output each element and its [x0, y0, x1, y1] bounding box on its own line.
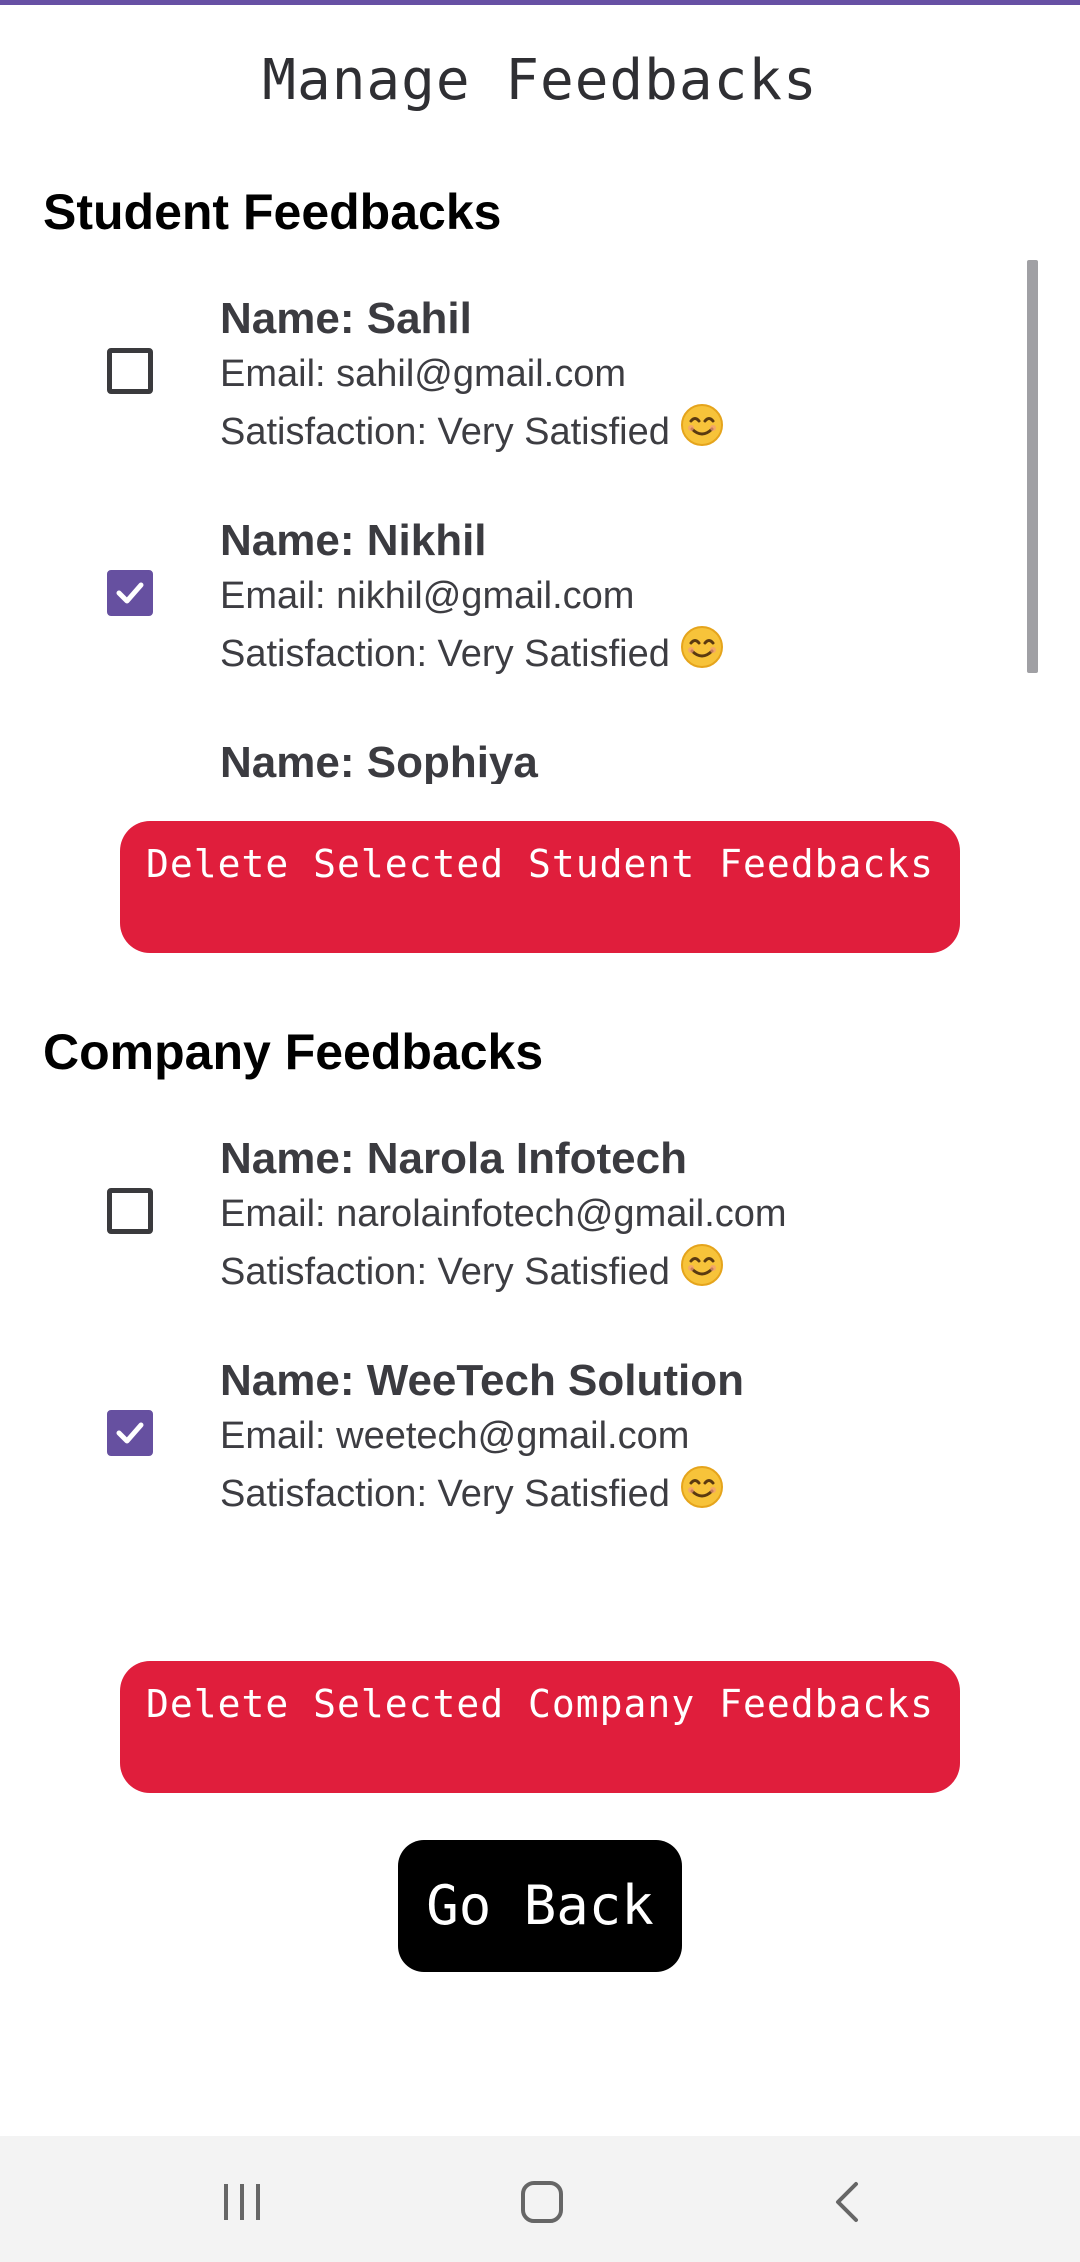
company-section-title: Company Feedbacks	[43, 1024, 544, 1080]
list-item: Name: Nikhil Email: nikhil@gmail.com Sat…	[0, 480, 1080, 680]
feedback-name: Name: Sahil	[220, 294, 472, 343]
feedback-name: Name: Sophiya	[220, 738, 538, 784]
feedback-checkbox[interactable]	[107, 570, 153, 616]
feedback-email: Email: nikhil@gmail.com	[220, 575, 635, 617]
system-navigation-bar	[0, 2136, 1080, 2262]
list-item: Name: Sahil Email: sahil@gmail.com Satis…	[0, 258, 1080, 458]
go-back-button[interactable]: Go Back	[398, 1840, 682, 1972]
feedback-satisfaction: Satisfaction: Very Satisfied	[220, 626, 724, 683]
student-feedback-list[interactable]: Name: Sahil Email: sahil@gmail.com Satis…	[0, 258, 1080, 784]
feedback-name: Name: WeeTech Solution	[220, 1356, 745, 1405]
feedback-checkbox[interactable]	[107, 1188, 153, 1234]
feedback-name: Name: Narola Infotech	[220, 1134, 687, 1183]
satisfaction-text: Satisfaction: Very Satisfied	[220, 1473, 670, 1516]
feedback-email: Email: sahil@gmail.com	[220, 353, 627, 395]
feedback-email: Email: weetech@gmail.com	[220, 1415, 690, 1457]
feedback-satisfaction: Satisfaction: Very Satisfied	[220, 404, 724, 461]
feedback-checkbox[interactable]	[107, 348, 153, 394]
top-accent-bar	[0, 0, 1080, 5]
smiling-face-emoji-icon	[680, 625, 724, 679]
list-item: Name: WeeTech Solution Email: weetech@gm…	[0, 1320, 1080, 1520]
feedback-name: Name: Nikhil	[220, 516, 487, 565]
feedback-checkbox[interactable]	[107, 1410, 153, 1456]
smiling-face-emoji-icon	[680, 403, 724, 457]
feedback-satisfaction: Satisfaction: Very Satisfied	[220, 1244, 724, 1301]
feedback-email: Email: narolainfotech@gmail.com	[220, 1193, 787, 1235]
satisfaction-text: Satisfaction: Very Satisfied	[220, 1251, 670, 1294]
list-item: Name: Narola Infotech Email: narolainfot…	[0, 1098, 1080, 1298]
scrollbar[interactable]	[1027, 260, 1038, 673]
student-section-title: Student Feedbacks	[43, 184, 502, 240]
checkmark-icon	[116, 1422, 144, 1444]
checkmark-icon	[116, 582, 144, 604]
satisfaction-text: Satisfaction: Very Satisfied	[220, 411, 670, 454]
page-title: Manage Feedbacks	[262, 48, 818, 113]
satisfaction-text: Satisfaction: Very Satisfied	[220, 633, 670, 676]
back-icon[interactable]	[826, 2180, 870, 2229]
home-icon[interactable]	[520, 2180, 564, 2229]
smiling-face-emoji-icon	[680, 1243, 724, 1297]
recent-apps-icon[interactable]	[220, 2180, 264, 2229]
delete-company-feedbacks-button[interactable]: Delete Selected Company Feedbacks	[120, 1661, 960, 1793]
list-item: Name: Sophiya	[0, 702, 1080, 784]
smiling-face-emoji-icon	[680, 1465, 724, 1519]
delete-student-feedbacks-button[interactable]: Delete Selected Student Feedbacks	[120, 821, 960, 953]
feedback-satisfaction: Satisfaction: Very Satisfied	[220, 1466, 724, 1523]
